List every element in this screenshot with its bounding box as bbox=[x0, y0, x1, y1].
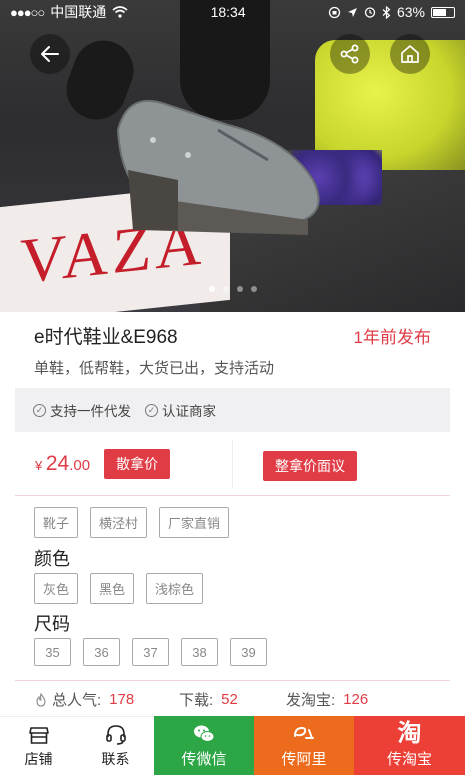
alibaba-label: 传阿里 bbox=[281, 751, 327, 768]
battery-icon bbox=[431, 6, 455, 18]
signal-strength-icon: ●●●○○ bbox=[10, 4, 45, 20]
alibaba-icon bbox=[294, 726, 314, 739]
taobao-label: 发淘宝: bbox=[286, 692, 336, 709]
downloads-value: 52 bbox=[221, 691, 238, 708]
shop-tab[interactable]: 店铺 bbox=[0, 716, 77, 775]
carrier-name: 中国联通 bbox=[50, 4, 107, 20]
home-icon bbox=[401, 45, 419, 63]
color-option[interactable]: 灰色 bbox=[34, 573, 79, 604]
slide-dot[interactable] bbox=[208, 286, 215, 292]
share-button[interactable] bbox=[330, 34, 370, 74]
bottom-nav: 店铺 联系 传微信 传阿里 淘 传淘宝 bbox=[0, 716, 465, 775]
shop-icon bbox=[28, 727, 49, 744]
price-row: ¥ 24.00 散拿价 整拿价面议 bbox=[15, 432, 450, 496]
slide-dot[interactable] bbox=[222, 286, 229, 292]
size-option[interactable]: 38 bbox=[181, 638, 218, 666]
product-subtitle: 单鞋，低帮鞋，大货已出，支持活动 bbox=[34, 360, 275, 377]
retail-price-button[interactable]: 散拿价 bbox=[104, 448, 171, 479]
post-time: 1年前发布 bbox=[353, 327, 431, 347]
bluetooth-icon bbox=[382, 5, 391, 19]
check-circle-icon: ✓ bbox=[145, 403, 158, 417]
orientation-lock-icon bbox=[328, 6, 341, 18]
taobao-icon: 淘 bbox=[397, 720, 422, 747]
price-amount: 24 bbox=[45, 451, 70, 475]
wifi-icon bbox=[112, 6, 128, 18]
downloads-label: 下载: bbox=[179, 692, 214, 709]
shoe-illustration bbox=[116, 100, 320, 235]
badge-bar: ✓ 支持一件代发 ✓ 认证商家 bbox=[15, 388, 450, 432]
headset-icon bbox=[105, 725, 126, 745]
tag[interactable]: 横泾村 bbox=[90, 507, 148, 538]
status-bar: ●●●○○ 中国联通 18:34 63% bbox=[0, 0, 465, 24]
wechat-label: 传微信 bbox=[181, 751, 227, 768]
popularity-stat: 总人气: 178 bbox=[34, 689, 179, 710]
badge-dropship: ✓ 支持一件代发 bbox=[33, 400, 131, 420]
currency-symbol: ¥ bbox=[35, 457, 43, 473]
wholesale-price-button[interactable]: 整拿价面议 bbox=[263, 451, 357, 481]
badge-label: 支持一件代发 bbox=[50, 404, 131, 419]
home-button[interactable] bbox=[390, 34, 430, 74]
color-label: 颜色 bbox=[34, 549, 70, 569]
clock: 18:34 bbox=[210, 4, 246, 20]
price-divider bbox=[232, 440, 233, 488]
taobao-label: 传淘宝 bbox=[386, 751, 432, 768]
taobao-stat: 发淘宝: 126 bbox=[286, 689, 368, 710]
color-option[interactable]: 浅棕色 bbox=[146, 573, 204, 604]
size-option[interactable]: 37 bbox=[132, 638, 169, 666]
wechat-icon bbox=[194, 725, 215, 742]
tag[interactable]: 靴子 bbox=[34, 507, 79, 538]
stats-row: 总人气: 178 下载: 52 发淘宝: 126 bbox=[34, 689, 368, 710]
contact-tab[interactable]: 联系 bbox=[77, 716, 154, 775]
tag[interactable]: 厂家直销 bbox=[159, 507, 230, 538]
popularity-value: 178 bbox=[109, 691, 135, 708]
contact-label: 联系 bbox=[101, 751, 130, 767]
popularity-label: 总人气: bbox=[52, 692, 102, 709]
downloads-stat: 下载: 52 bbox=[179, 689, 286, 710]
alarm-icon bbox=[364, 7, 376, 18]
flame-icon bbox=[36, 692, 46, 707]
slide-dot[interactable] bbox=[236, 286, 243, 292]
size-options: 35 36 37 38 39 bbox=[34, 638, 267, 666]
badge-verified: ✓ 认证商家 bbox=[145, 400, 216, 420]
back-button[interactable] bbox=[30, 34, 70, 74]
taobao-value: 126 bbox=[343, 691, 369, 708]
price: ¥ 24.00 bbox=[35, 452, 90, 476]
size-option[interactable]: 39 bbox=[230, 638, 267, 666]
badge-label: 认证商家 bbox=[162, 404, 216, 419]
location-icon bbox=[347, 7, 357, 17]
size-option[interactable]: 36 bbox=[83, 638, 120, 666]
tag-list: 靴子 横泾村 厂家直销 bbox=[34, 507, 230, 538]
slide-indicator bbox=[0, 286, 465, 292]
size-option[interactable]: 35 bbox=[34, 638, 71, 666]
share-taobao-tab[interactable]: 淘 传淘宝 bbox=[354, 716, 465, 775]
battery-percent: 63% bbox=[396, 4, 425, 20]
color-option[interactable]: 黑色 bbox=[90, 573, 135, 604]
product-title: e时代鞋业&E968 bbox=[34, 326, 178, 348]
check-circle-icon: ✓ bbox=[33, 403, 46, 417]
share-wechat-tab[interactable]: 传微信 bbox=[154, 716, 254, 775]
share-alibaba-tab[interactable]: 传阿里 bbox=[254, 716, 354, 775]
stats-divider bbox=[15, 680, 450, 681]
back-arrow-icon bbox=[41, 46, 59, 62]
share-icon bbox=[340, 44, 359, 64]
size-label: 尺码 bbox=[34, 614, 70, 634]
title-row: e时代鞋业&E968 1年前发布 bbox=[0, 318, 465, 352]
shop-label: 店铺 bbox=[24, 751, 53, 767]
slide-dot[interactable] bbox=[250, 286, 257, 292]
price-cents: .00 bbox=[69, 456, 91, 474]
color-options: 灰色 黑色 浅棕色 bbox=[34, 573, 204, 604]
